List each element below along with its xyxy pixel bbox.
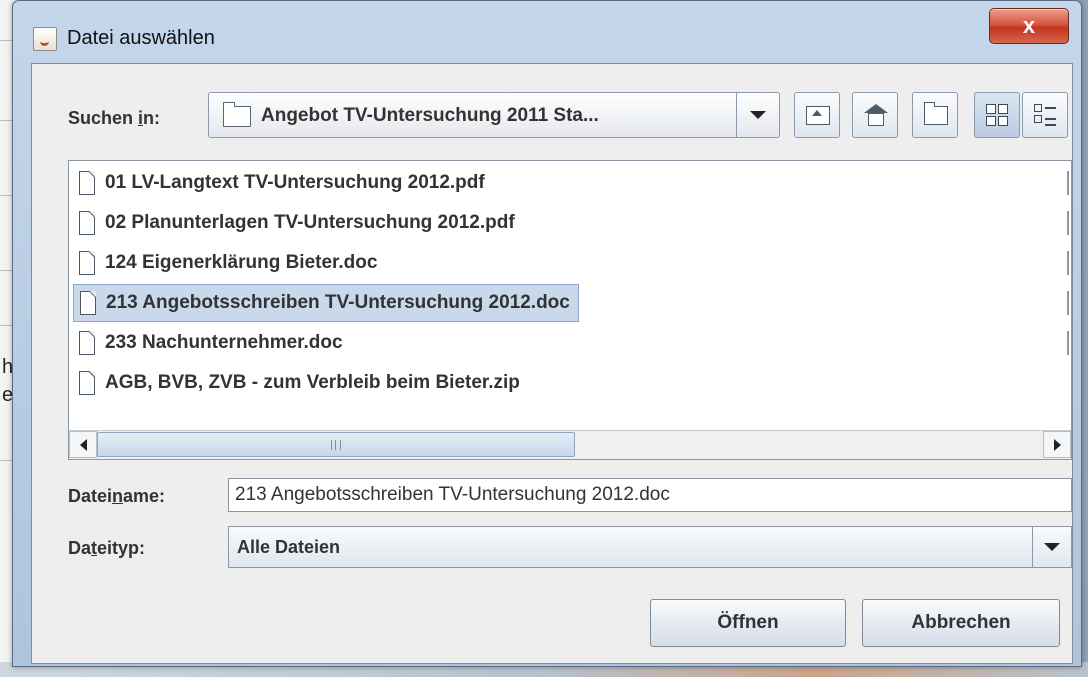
chevron-down-icon bbox=[750, 111, 766, 119]
chevron-down-icon bbox=[1044, 543, 1060, 551]
column-edge-marker bbox=[1067, 251, 1069, 275]
file-icon bbox=[79, 171, 95, 195]
up-one-level-button[interactable] bbox=[794, 92, 840, 138]
horizontal-scrollbar[interactable] bbox=[69, 430, 1071, 459]
window-title: Datei auswählen bbox=[67, 27, 215, 49]
file-item[interactable]: 124 Eigenerklärung Bieter.doc bbox=[73, 244, 385, 282]
file-icon bbox=[79, 371, 95, 395]
file-type-dropdown-button[interactable] bbox=[1032, 527, 1071, 567]
file-name: AGB, BVB, ZVB - zum Verbleib beim Bieter… bbox=[105, 372, 520, 393]
close-button[interactable]: x bbox=[989, 8, 1069, 44]
file-type-label: Dateityp: bbox=[68, 538, 146, 558]
file-name: 213 Angebotsschreiben TV-Untersuchung 20… bbox=[106, 292, 570, 313]
file-item[interactable]: 233 Nachunternehmer.doc bbox=[73, 324, 351, 362]
home-icon bbox=[864, 104, 888, 126]
file-item[interactable]: AGB, BVB, ZVB - zum Verbleib beim Bieter… bbox=[73, 364, 528, 402]
title-bar[interactable]: Datei auswählen x bbox=[13, 1, 1081, 63]
list-view-button[interactable] bbox=[974, 92, 1020, 138]
folder-icon bbox=[223, 102, 251, 127]
look-in-combobox[interactable]: Angebot TV-Untersuchung 2011 Sta... bbox=[208, 92, 780, 138]
dialog-content: Suchen in: Angebot TV-Untersuchung 2011 … bbox=[31, 63, 1073, 664]
new-folder-button[interactable] bbox=[912, 92, 958, 138]
column-edge-marker bbox=[1067, 211, 1069, 235]
file-name: 01 LV-Langtext TV-Untersuchung 2012.pdf bbox=[105, 172, 485, 193]
grip-icon bbox=[331, 439, 341, 450]
cancel-button[interactable]: Abbrechen bbox=[862, 599, 1060, 647]
file-name: 02 Planunterlagen TV-Untersuchung 2012.p… bbox=[105, 212, 515, 233]
file-list[interactable]: 01 LV-Langtext TV-Untersuchung 2012.pdf … bbox=[68, 160, 1072, 460]
file-icon bbox=[80, 291, 96, 315]
file-icon bbox=[79, 331, 95, 355]
look-in-label: Suchen in: bbox=[68, 108, 161, 128]
file-icon bbox=[79, 251, 95, 275]
open-button[interactable]: Öffnen bbox=[650, 599, 846, 647]
close-icon: x bbox=[1022, 13, 1036, 38]
file-item[interactable]: 01 LV-Langtext TV-Untersuchung 2012.pdf bbox=[73, 164, 493, 202]
java-app-icon bbox=[33, 27, 57, 51]
arrow-left-icon bbox=[79, 438, 87, 451]
list-view-icon bbox=[986, 104, 1008, 126]
look-in-dropdown-button[interactable] bbox=[736, 93, 779, 137]
file-name: 124 Eigenerklärung Bieter.doc bbox=[105, 252, 378, 273]
column-edge-marker bbox=[1067, 331, 1069, 355]
scrollbar-thumb[interactable] bbox=[97, 432, 575, 457]
file-type-value: Alle Dateien bbox=[237, 537, 341, 557]
look-in-value: Angebot TV-Untersuchung 2011 Sta... bbox=[261, 105, 599, 126]
arrow-right-icon bbox=[1053, 438, 1061, 451]
file-icon bbox=[79, 211, 95, 235]
home-button[interactable] bbox=[852, 92, 898, 138]
file-name-field[interactable] bbox=[228, 478, 1072, 512]
file-chooser-dialog: Datei auswählen x Suchen in: Angebot TV-… bbox=[12, 0, 1082, 667]
file-name-label: Dateiname: bbox=[68, 486, 166, 506]
column-edge-marker bbox=[1067, 171, 1069, 195]
details-view-button[interactable] bbox=[1022, 92, 1068, 138]
file-item[interactable]: 02 Planunterlagen TV-Untersuchung 2012.p… bbox=[73, 204, 523, 242]
scroll-right-button[interactable] bbox=[1043, 431, 1071, 458]
details-view-icon bbox=[1034, 104, 1056, 126]
file-name: 233 Nachunternehmer.doc bbox=[105, 332, 343, 353]
new-folder-icon bbox=[924, 102, 948, 125]
file-type-combobox[interactable]: Alle Dateien bbox=[228, 526, 1072, 568]
scroll-left-button[interactable] bbox=[69, 431, 97, 458]
folder-up-icon bbox=[806, 106, 830, 125]
file-item-selected[interactable]: 213 Angebotsschreiben TV-Untersuchung 20… bbox=[73, 284, 579, 322]
column-edge-marker bbox=[1067, 291, 1069, 315]
